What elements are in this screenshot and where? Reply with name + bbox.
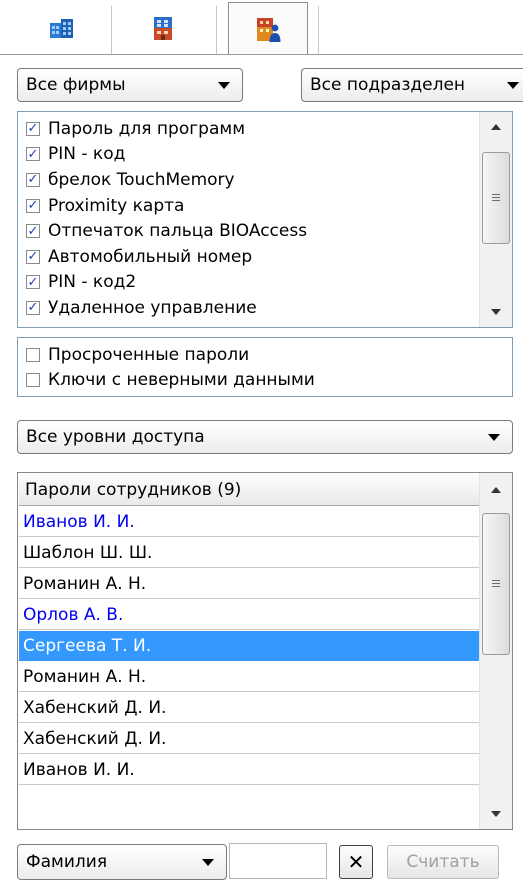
key-type-label: Отпечаток пальца BIOAccess	[48, 221, 308, 242]
checkbox[interactable]: ✓	[26, 224, 40, 239]
employees-grid[interactable]: Пароли сотрудников (9) Иванов И. И. Шабл…	[17, 472, 513, 830]
tab-departments[interactable]	[118, 2, 208, 54]
key-type-item[interactable]: ✓ Отпечаток пальца BIOAccess	[18, 218, 478, 244]
table-row[interactable]: Романин А. Н.	[19, 569, 480, 599]
scroll-up-icon[interactable]	[480, 116, 512, 138]
key-type-label: Автомобильный номер	[48, 246, 253, 267]
employee-name: Романин А. Н.	[23, 666, 147, 687]
read-button-label: Считать	[406, 852, 480, 872]
table-row[interactable]: Хабенский Д. И.	[19, 693, 480, 723]
employee-name: Орлов А. В.	[23, 604, 124, 625]
key-type-item[interactable]: ✓ PIN - код2	[18, 270, 478, 296]
building-person-icon	[257, 17, 281, 42]
employee-name: Шаблон Ш. Ш.	[23, 542, 153, 563]
special-filter-label: Просроченные пароли	[48, 344, 250, 365]
close-icon: ✕	[347, 850, 365, 874]
building-icon	[154, 17, 172, 40]
table-row[interactable]: Хабенский Д. И.	[19, 724, 480, 754]
access-level-value: Все уровни доступа	[26, 427, 205, 447]
employee-name: Хабенский Д. И.	[23, 697, 167, 718]
grid-header-label: Пароли сотрудников (9)	[25, 479, 242, 500]
checkbox[interactable]: ✓	[26, 147, 40, 162]
key-types-scrollbar[interactable]	[479, 112, 512, 327]
access-level-select[interactable]: Все уровни доступа	[17, 420, 513, 454]
checkbox[interactable]: ✓	[26, 275, 40, 290]
employees-scrollbar[interactable]	[479, 473, 512, 829]
checkbox[interactable]: ✓	[26, 172, 40, 187]
employee-name: Иванов И. И.	[23, 759, 135, 780]
key-type-label: PIN - код2	[48, 272, 137, 293]
scroll-down-icon[interactable]	[480, 301, 512, 323]
key-type-item[interactable]: ✓ Удаленное управление	[18, 295, 478, 321]
company-select[interactable]: Все фирмы	[17, 68, 243, 102]
department-select-value: Все подразделен	[310, 75, 466, 95]
chevron-down-icon	[507, 81, 519, 89]
key-type-item[interactable]: ✓ Автомобильный номер	[18, 244, 478, 270]
checkbox[interactable]: ✓	[26, 121, 40, 136]
table-row[interactable]: Иванов И. И.	[19, 507, 480, 537]
key-type-label: Удаленное управление	[48, 297, 257, 318]
tab-companies[interactable]	[22, 2, 102, 54]
department-select[interactable]: Все подразделен	[301, 68, 523, 102]
special-filter-item[interactable]: Ключи с неверными данными	[18, 368, 315, 394]
chevron-down-icon	[218, 81, 230, 89]
employee-name: Сергеева Т. И.	[23, 635, 152, 656]
key-type-item[interactable]: ✓ брелок TouchMemory	[18, 167, 478, 193]
key-type-label: Пароль для программ	[48, 118, 246, 139]
company-select-value: Все фирмы	[26, 75, 126, 95]
table-row[interactable]: Романин А. Н.	[19, 662, 480, 692]
table-row[interactable]: Иванов И. И.	[19, 755, 480, 785]
key-type-item[interactable]: ✓ Proximity карта	[18, 193, 478, 219]
employee-name: Иванов И. И.	[23, 511, 135, 532]
chevron-down-icon	[488, 433, 500, 441]
checkbox[interactable]	[26, 373, 40, 388]
grid-header[interactable]: Пароли сотрудников (9)	[19, 474, 480, 506]
special-filter-item[interactable]: Просроченные пароли	[18, 342, 315, 368]
clear-button[interactable]: ✕	[339, 845, 373, 879]
key-types-list[interactable]: ✓ Пароль для программ ✓ PIN - код ✓ брел…	[17, 111, 513, 328]
checkbox[interactable]: ✓	[26, 249, 40, 264]
scroll-up-icon[interactable]	[480, 479, 512, 501]
special-filters-list[interactable]: Просроченные пароли Ключи с неверными да…	[17, 337, 513, 397]
checkbox[interactable]: ✓	[26, 300, 40, 315]
buildings-icon	[50, 19, 73, 38]
search-field-value: Фамилия	[26, 852, 108, 872]
checkbox[interactable]	[26, 347, 40, 362]
table-row-selected[interactable]: Сергеева Т. И.	[19, 631, 480, 661]
search-field-select[interactable]: Фамилия	[17, 844, 227, 880]
special-filter-label: Ключи с неверными данными	[48, 370, 315, 391]
employee-name: Хабенский Д. И.	[23, 728, 167, 749]
tab-employees[interactable]	[228, 2, 308, 54]
search-input[interactable]	[229, 843, 327, 879]
key-type-label: брелок TouchMemory	[48, 169, 235, 190]
key-type-label: PIN - код	[48, 144, 126, 165]
employee-name: Романин А. Н.	[23, 573, 147, 594]
scroll-down-icon[interactable]	[480, 803, 512, 825]
chevron-down-icon	[202, 858, 214, 866]
table-row[interactable]: Орлов А. В.	[19, 600, 480, 630]
key-type-item[interactable]: ✓ Пароль для программ	[18, 116, 478, 142]
checkbox[interactable]: ✓	[26, 198, 40, 213]
key-type-label: Proximity карта	[48, 195, 185, 216]
key-type-item[interactable]: ✓ PIN - код	[18, 142, 478, 168]
table-row[interactable]: Шаблон Ш. Ш.	[19, 538, 480, 568]
scroll-thumb[interactable]	[482, 152, 510, 244]
scroll-thumb[interactable]	[482, 513, 510, 655]
read-button[interactable]: Считать	[387, 845, 499, 879]
